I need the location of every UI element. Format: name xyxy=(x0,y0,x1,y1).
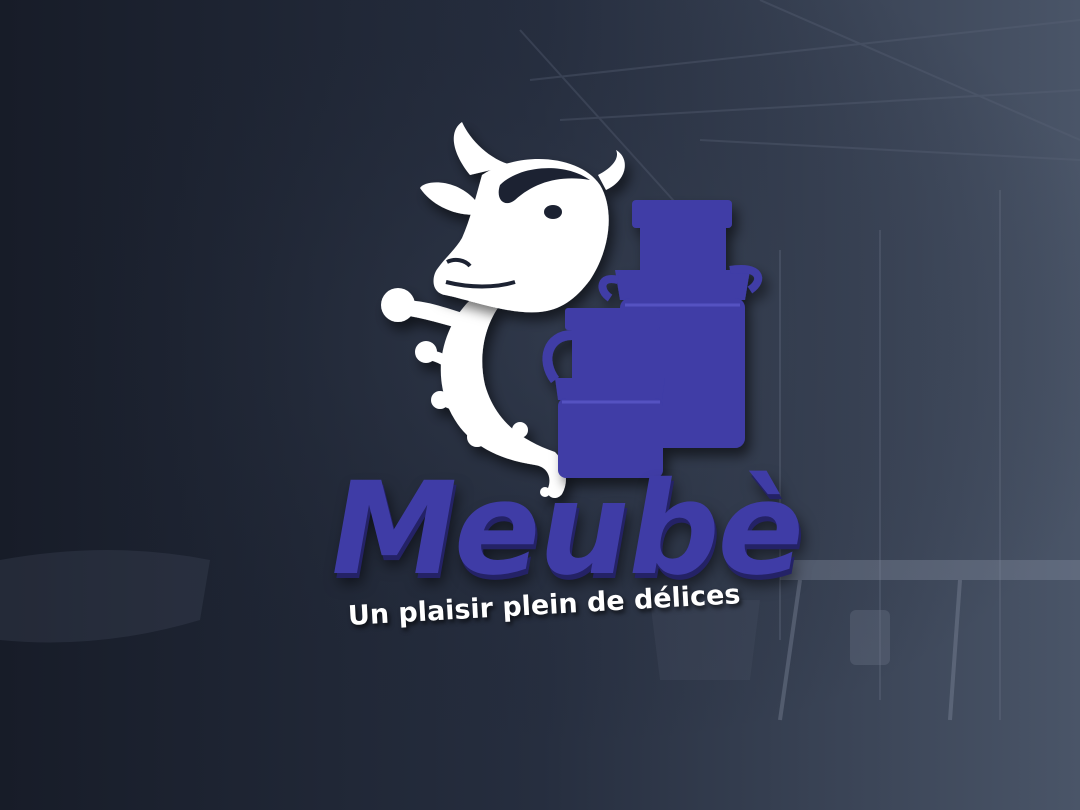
office-background xyxy=(0,0,1080,810)
